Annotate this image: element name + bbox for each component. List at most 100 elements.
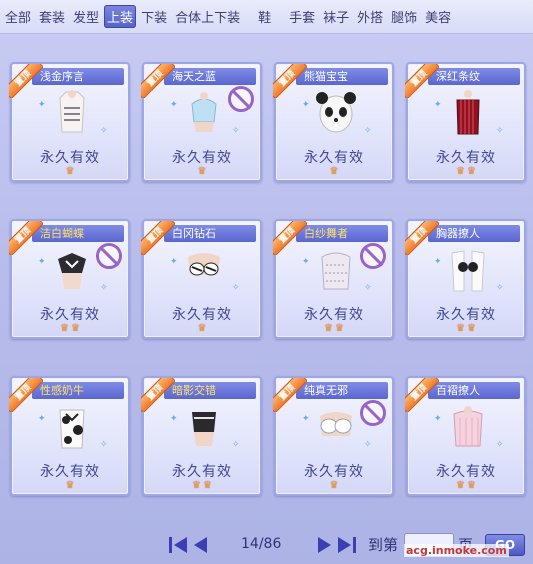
- item-name: 胸器撩人: [428, 225, 520, 242]
- garment-zebra-bikini-icon: [188, 253, 220, 276]
- tab-socks[interactable]: 袜子: [320, 5, 352, 28]
- first-page-button[interactable]: [168, 535, 190, 555]
- tab-all[interactable]: 全部: [2, 5, 34, 28]
- sparkle-icon: ✧: [232, 440, 240, 450]
- pager: 14/86 到第 页 GO acg.inmoke.com: [0, 528, 533, 564]
- validity-label: 永久有效: [172, 464, 232, 480]
- sparkle-icon: ✧: [496, 440, 504, 450]
- crown-icon: ♛: [467, 480, 476, 491]
- sparkle-icon: ✦: [170, 414, 178, 424]
- item-name: 纯真无邪: [296, 382, 388, 399]
- garment-white-strappy-top-icon: [59, 90, 85, 133]
- sparkle-icon: ✧: [232, 283, 240, 293]
- goto-label: 到第: [368, 536, 399, 554]
- sparkle-icon: ✧: [100, 440, 108, 450]
- garment-pink-pleated-top-icon: [453, 406, 483, 447]
- crown-icon: ♛: [197, 323, 207, 334]
- validity-label: 永久有效: [436, 150, 496, 166]
- page-indicator: 14/86: [241, 536, 282, 552]
- sparkle-icon: ✧: [364, 126, 372, 136]
- item-card[interactable]: 深红条纹 置顶 ✦ ✧ 永久有效 ♛ ♛: [405, 62, 526, 182]
- crown-rating: ♛: [12, 480, 128, 492]
- garment-cow-print-top-icon: [59, 409, 85, 449]
- item-card[interactable]: 暗影交错 置顶 ✦ ✧ 永久有效 ♛ ♛: [141, 376, 262, 496]
- item-card[interactable]: 百褶撩人 置顶 ✦ ✧ 永久有效 ♛ ♛: [405, 376, 526, 496]
- validity-label: 永久有效: [436, 307, 496, 323]
- first-page-icon: [169, 537, 187, 553]
- tab-tops[interactable]: 上装: [104, 5, 137, 28]
- watermark: acg.inmoke.com: [404, 544, 509, 557]
- validity-label: 永久有效: [40, 150, 100, 166]
- tab-beauty[interactable]: 美容: [422, 5, 454, 28]
- prohibited-icon: [96, 243, 122, 269]
- item-name: 白冈钻石: [164, 225, 256, 242]
- validity-label: 永久有效: [304, 307, 364, 323]
- item-grid: 浅金序言 置顶 ✦ ✧ 永久有效 ♛ 海天之蓝 置顶 ✦ ✧ 永久有效 ♛ 熊猫宝宝 置顶 ✦ ✧ 永久有效 ♛ 深…: [9, 62, 526, 496]
- item-name: 海天之蓝: [164, 68, 256, 85]
- item-card[interactable]: 白冈钻石 置顶 ✦ ✧ 永久有效 ♛: [141, 219, 262, 339]
- item-card[interactable]: 浅金序言 置顶 ✦ ✧ 永久有效 ♛: [9, 62, 130, 182]
- garment-white-lace-dancer-icon: [321, 252, 351, 290]
- garment-black-halter-top-icon: [192, 412, 216, 446]
- item-card[interactable]: 白纱舞者 置顶 ✦ ✧ 永久有效 ♛ ♛: [273, 219, 394, 339]
- crown-icon: ♛: [192, 480, 201, 491]
- tab-gloves[interactable]: 手套: [286, 5, 318, 28]
- item-card[interactable]: 海天之蓝 置顶 ✦ ✧ 永久有效 ♛: [141, 62, 262, 182]
- item-card[interactable]: 性感奶牛 置顶 ✦ ✧ 永久有效 ♛: [9, 376, 130, 496]
- garment-panda-top-icon: [316, 92, 356, 133]
- last-page-button[interactable]: [335, 535, 357, 555]
- item-name: 暗影交错: [164, 382, 256, 399]
- sparkle-icon: ✦: [434, 414, 442, 424]
- category-tab-bar: 全部 套装 发型 上装 下装 合体上下装 鞋 手套 袜子 外搭 腿饰 美容: [0, 0, 533, 34]
- crown-icon: ♛: [197, 166, 207, 177]
- item-name: 深红条纹: [428, 68, 520, 85]
- crown-icon: ♛: [467, 323, 476, 334]
- crown-icon: ♛: [456, 323, 465, 334]
- sparkle-icon: ✧: [100, 283, 108, 293]
- sparkle-icon: ✧: [364, 440, 372, 450]
- crown-rating: ♛: [276, 166, 392, 178]
- validity-label: 永久有效: [172, 307, 232, 323]
- sparkle-icon: ✧: [232, 126, 240, 136]
- prev-page-icon: [194, 537, 207, 553]
- prohibited-icon: [360, 400, 386, 426]
- garment-light-blue-top-icon: [191, 92, 217, 132]
- prev-page-button[interactable]: [193, 535, 209, 555]
- tab-outerwear[interactable]: 外搭: [354, 5, 386, 28]
- tab-shoes[interactable]: 鞋: [255, 5, 274, 28]
- item-name: 洁白蝴蝶: [32, 225, 124, 242]
- validity-label: 永久有效: [172, 150, 232, 166]
- sparkle-icon: ✧: [496, 126, 504, 136]
- crown-rating: ♛: [144, 166, 260, 178]
- item-name: 百褶撩人: [428, 382, 520, 399]
- item-name: 浅金序言: [32, 68, 124, 85]
- crown-rating: ♛ ♛: [12, 323, 128, 335]
- tab-hair[interactable]: 发型: [70, 5, 102, 28]
- crown-rating: ♛: [144, 323, 260, 335]
- crown-rating: ♛: [12, 166, 128, 178]
- sparkle-icon: ✦: [170, 257, 178, 267]
- tab-bottoms[interactable]: 下装: [138, 5, 170, 28]
- garment-open-white-shirt-icon: [451, 250, 485, 292]
- validity-label: 永久有效: [40, 464, 100, 480]
- prohibited-icon: [228, 86, 254, 112]
- item-card[interactable]: 纯真无邪 置顶 ✦ ✧ 永久有效 ♛: [273, 376, 394, 496]
- next-page-button[interactable]: [316, 535, 332, 555]
- tab-leg-accessories[interactable]: 腿饰: [388, 5, 420, 28]
- item-card[interactable]: 洁白蝴蝶 置顶 ✦ ✧ 永久有效 ♛ ♛: [9, 219, 130, 339]
- item-card[interactable]: 胸器撩人 置顶 ✦ ✧ 永久有效 ♛ ♛: [405, 219, 526, 339]
- sparkle-icon: ✦: [434, 257, 442, 267]
- sparkle-icon: ✦: [302, 100, 310, 110]
- item-card[interactable]: 熊猫宝宝 置顶 ✦ ✧ 永久有效 ♛: [273, 62, 394, 182]
- sparkle-icon: ✦: [302, 257, 310, 267]
- sparkle-icon: ✦: [38, 100, 46, 110]
- sparkle-icon: ✧: [100, 126, 108, 136]
- crown-icon: ♛: [329, 480, 339, 491]
- crown-icon: ♛: [335, 323, 344, 334]
- sparkle-icon: ✦: [302, 414, 310, 424]
- crown-rating: ♛ ♛: [408, 480, 524, 492]
- crown-icon: ♛: [60, 323, 69, 334]
- tab-one-piece[interactable]: 合体上下装: [172, 5, 243, 28]
- crown-rating: ♛ ♛: [408, 323, 524, 335]
- tab-suits[interactable]: 套装: [36, 5, 68, 28]
